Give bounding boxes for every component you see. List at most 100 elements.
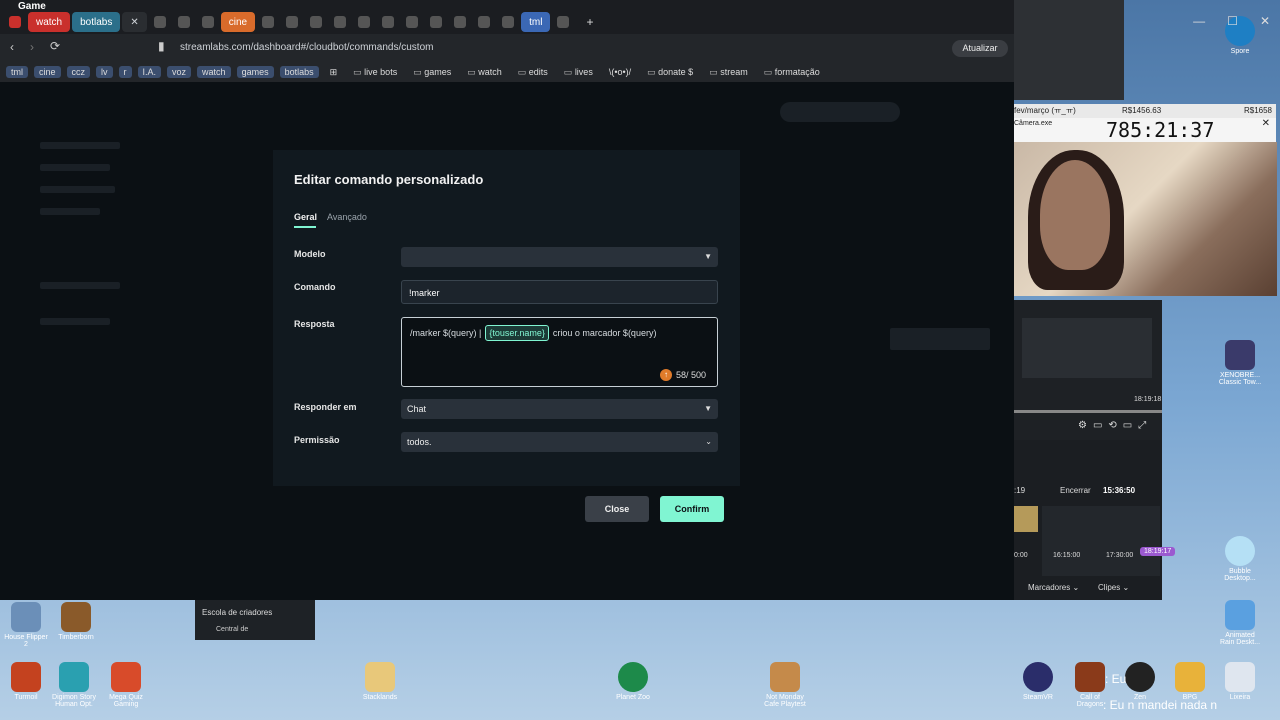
dim-sidebar-item	[40, 208, 100, 215]
editor-timestamp: 18:19:18	[1134, 396, 1162, 403]
encerrar-label: Encerrar	[1060, 486, 1091, 495]
close-icon[interactable]: ✕	[1262, 118, 1270, 129]
maximize-icon[interactable]: ☐	[1227, 14, 1238, 28]
close-icon[interactable]: ✕	[1260, 14, 1270, 28]
permissao-select[interactable]: todos. ⌄	[401, 432, 718, 452]
tab-favicon[interactable]	[310, 16, 323, 28]
timeline-track[interactable]	[1042, 506, 1160, 576]
bookmark-lv[interactable]: lv	[96, 66, 113, 78]
resposta-variable-chip[interactable]: {touser.name}	[485, 325, 549, 341]
label-responder-em: Responder em	[294, 402, 357, 412]
marcadores-dropdown[interactable]: Marcadores ⌄	[1028, 583, 1079, 592]
editor-progress-bar[interactable]	[1014, 410, 1162, 413]
bookmark-r[interactable]: r	[118, 66, 132, 78]
tab-cine[interactable]: cine	[220, 12, 256, 32]
bookmark-cine[interactable]: cine	[34, 66, 61, 78]
comando-input[interactable]: !marker	[401, 280, 718, 304]
clipes-dropdown[interactable]: Clipes ⌄	[1098, 583, 1129, 592]
desktop-icon-bubble-desktop[interactable]: Bubble Desktop...	[1218, 536, 1262, 582]
bookmark-botlabs[interactable]: botlabs	[279, 66, 319, 78]
new-tab-icon[interactable]: +	[586, 15, 593, 29]
tab-favicon[interactable]	[177, 16, 190, 28]
bookmark-watch-folder[interactable]: watch	[462, 66, 507, 79]
responder-em-value: Chat	[407, 404, 427, 414]
minimize-icon[interactable]: —	[1193, 14, 1205, 28]
bookmark-games[interactable]: games	[236, 66, 274, 78]
steamvr-icon	[1023, 662, 1053, 692]
bookmark-watch[interactable]: watch	[197, 66, 231, 78]
bookmark-formatacao[interactable]: formatação	[759, 66, 825, 79]
confirm-button[interactable]: Confirm	[660, 496, 724, 522]
bookmark-games-folder[interactable]: games	[408, 66, 456, 79]
responder-em-select[interactable]: Chat ▼	[401, 399, 718, 419]
tab-favicon[interactable]	[406, 16, 419, 28]
bookmark-tml[interactable]: tml	[6, 66, 28, 78]
bookmark-edits[interactable]: edits	[513, 66, 553, 79]
escola-link[interactable]: Escola de criadores	[202, 608, 272, 617]
tab-favicon[interactable]	[334, 16, 347, 28]
label-resposta: Resposta	[294, 319, 335, 329]
tab-favicon[interactable]	[382, 16, 395, 28]
tab-favicon[interactable]	[557, 16, 570, 28]
desktop-icon-turmoil[interactable]: Turmoil	[4, 662, 48, 701]
house-flipper-icon	[11, 602, 41, 632]
back-icon[interactable]: ‹	[10, 40, 14, 54]
central-link[interactable]: Central de	[216, 626, 248, 633]
bookmark-face[interactable]: \(•o•)/	[604, 66, 636, 78]
desktop-icon-xenobreed[interactable]: XENOBRE... Classic Tow...	[1218, 340, 1262, 386]
desktop-icon-digimon[interactable]: Digimon Story Human Opt.	[52, 662, 96, 708]
close-button[interactable]: Close	[585, 496, 649, 522]
desktop-icon-lixeira[interactable]: Lixeira	[1218, 662, 1262, 701]
close-icon[interactable]: ✕	[130, 17, 138, 28]
planet-zoo-icon	[618, 662, 648, 692]
desktop-icon-timberborn[interactable]: Timberborn	[54, 602, 98, 641]
tab-favicon[interactable]	[502, 16, 515, 28]
tab-favicon[interactable]	[478, 16, 491, 28]
desktop-icon-steamvr[interactable]: SteamVR	[1016, 662, 1060, 701]
caret-down-icon: ▼	[704, 252, 712, 261]
desktop-icon-bpg[interactable]: BPG	[1168, 662, 1212, 701]
tab-favicon[interactable]	[430, 16, 443, 28]
editor-toolbar-icons[interactable]: ⚙▭⟲▭⤢	[1078, 420, 1152, 431]
bookmark-lives[interactable]: lives	[559, 66, 598, 79]
tab-favicon[interactable]	[286, 16, 299, 28]
tab-generic[interactable]: ✕	[122, 12, 147, 32]
bookmark-live-bots[interactable]: live bots	[348, 66, 402, 79]
desktop-icon-not-monday-cafe[interactable]: Not Monday Cafe Playtest	[763, 662, 807, 708]
tab-botlabs[interactable]: botlabs	[72, 12, 121, 32]
tab-favicon[interactable]	[454, 16, 467, 28]
desktop-icon-house-flipper[interactable]: House Flipper 2	[4, 602, 48, 648]
tab-favicon[interactable]	[358, 16, 371, 28]
bookmarks-bar: tml cine ccz lv r I.A. voz watch games b…	[0, 62, 1014, 82]
bookmark-ia[interactable]: I.A.	[137, 66, 162, 78]
bookmark-donate[interactable]: donate $	[642, 66, 698, 79]
taskbar-strip	[195, 600, 315, 640]
stacklands-icon	[365, 662, 395, 692]
reload-icon[interactable]: ⟳	[50, 39, 60, 53]
desktop-icon-mega-quiz[interactable]: Mega Quiz Gaming	[104, 662, 148, 708]
timeline-tick-right: 17:30:00	[1106, 552, 1134, 559]
bookmark-stream[interactable]: stream	[704, 66, 753, 79]
tab-favicon[interactable]	[201, 16, 214, 28]
apps-grid-icon[interactable]: ⊞	[325, 66, 343, 79]
desktop-icon-stacklands[interactable]: Stacklands	[358, 662, 402, 701]
tab-tml[interactable]: tml	[521, 12, 551, 32]
forward-icon[interactable]: ›	[30, 40, 34, 54]
update-button[interactable]: Atualizar	[952, 40, 1008, 57]
bookmark-icon[interactable]: ▮	[158, 39, 165, 53]
tab-avancado[interactable]: Avançado	[327, 212, 367, 222]
tab-watch[interactable]: watch	[28, 12, 71, 32]
tab-favicon[interactable]	[262, 16, 275, 28]
bookmark-ccz[interactable]: ccz	[66, 66, 91, 78]
markers-panel	[1014, 440, 1162, 600]
tab-strip: watch botlabs ✕ cine tml +	[0, 10, 1014, 34]
url-field[interactable]: streamlabs.com/dashboard#/cloudbot/comma…	[180, 38, 580, 58]
bookmark-voz[interactable]: voz	[167, 66, 192, 78]
desktop-icon-planet-zoo[interactable]: Planet Zoo	[611, 662, 655, 701]
turmoil-icon	[11, 662, 41, 692]
modelo-select[interactable]: ▼	[401, 247, 718, 267]
tab-geral[interactable]: Geral	[294, 212, 317, 222]
desktop-icon-animated-rain[interactable]: Animated Rain Deskt...	[1218, 600, 1262, 646]
modal-title: Editar comando personalizado	[294, 172, 484, 187]
tab-favicon[interactable]	[153, 16, 166, 28]
